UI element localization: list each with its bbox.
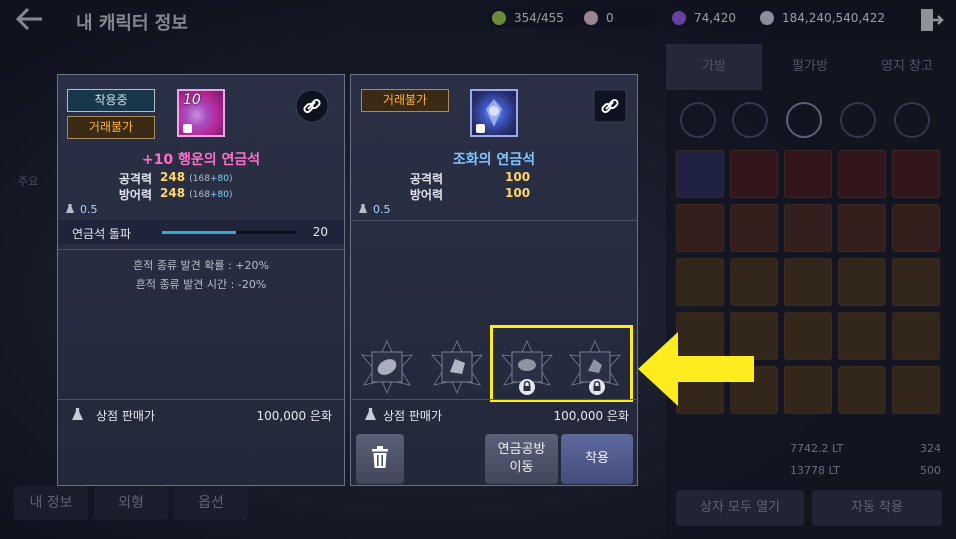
alchemy-workshop-button[interactable]: 연금공방 이동 (485, 434, 558, 484)
link-button[interactable] (593, 89, 627, 123)
discard-button[interactable] (356, 434, 404, 484)
attack-value: 248 (160, 170, 186, 184)
sell-label: 상점 판매가 (383, 409, 443, 423)
alchemy-label-line2: 이동 (509, 460, 534, 475)
item-weight: 0.5 (66, 203, 98, 216)
breakthrough-bar: 연금석 돌파 20 (58, 220, 344, 244)
item-weight: 0.5 (359, 203, 391, 216)
attack-stat: 공격력 100 (383, 170, 603, 186)
equip-label: 착용 (585, 451, 609, 466)
untradeable-tag: 거래불가 (67, 116, 155, 139)
item-icon-alchemy-stone (470, 89, 518, 137)
lock-icon (183, 124, 192, 133)
sell-price: 100,000 은화 (256, 409, 332, 423)
defense-stat: 방어력 248 (168+80) (92, 186, 312, 202)
money-bag-icon (365, 408, 376, 420)
divider (351, 399, 637, 400)
divider (58, 399, 344, 400)
effect-line: 흔적 종류 발견 확률 : +20% (133, 259, 269, 272)
compare-item-tooltip: 거래불가 조화의 연금석 공격력 100 방어력 100 0.5 상점 판매가 … (350, 74, 638, 486)
attack-value-group: 248 (168+80) (160, 170, 233, 184)
effect-line: 흔적 종류 발견 시간 : -20% (135, 278, 267, 291)
defense-value: 248 (160, 186, 186, 200)
attack-base: 168 (192, 174, 210, 184)
defense-value: 100 (505, 186, 531, 200)
equipped-tag: 착용중 (67, 89, 155, 112)
equipped-item-tooltip: 착용중 거래불가 10 +10 행운의 연금석 공격력 248 (168+80)… (57, 74, 345, 486)
weight-icon (66, 204, 74, 213)
sell-price-row: 상점 판매가 100,000 은화 (351, 402, 637, 426)
item-name: +10 행운의 연금석 (141, 152, 261, 168)
trash-icon (372, 446, 388, 468)
breakthrough-track (162, 231, 296, 234)
link-button[interactable] (295, 89, 329, 123)
star-socket-icon (430, 339, 484, 395)
item-icon-alchemy-stone: 10 (177, 89, 225, 137)
breakthrough-fill (162, 231, 236, 234)
defense-base: 168 (192, 190, 210, 200)
attack-stat: 공격력 248 (168+80) (92, 170, 312, 186)
link-icon (593, 89, 627, 123)
untradeable-tag: 거래불가 (361, 89, 449, 112)
crystal-slot[interactable] (428, 339, 486, 395)
sell-price-row: 상점 판매가 100,000 은화 (58, 402, 344, 426)
weight-icon (359, 204, 367, 213)
defense-bonus: +80 (209, 190, 229, 200)
attack-label: 공격력 (409, 172, 443, 186)
equip-button[interactable]: 착용 (561, 434, 633, 484)
defense-value-group: 248 (168+80) (160, 186, 233, 200)
alchemy-label-line1: 연금공방 (497, 442, 546, 457)
breakthrough-value: 20 (312, 225, 328, 239)
defense-stat: 방어력 100 (383, 186, 603, 202)
defense-label: 방어력 (409, 188, 443, 202)
divider (351, 220, 637, 221)
item-name: 조화의 연금석 (452, 152, 536, 168)
attack-bonus: +80 (209, 174, 229, 184)
locked-slots-highlight (490, 325, 633, 402)
lock-icon (476, 124, 485, 133)
sell-price: 100,000 은화 (553, 409, 629, 423)
attack-label: 공격력 (118, 172, 152, 186)
money-bag-icon (72, 408, 83, 420)
attack-value: 100 (505, 170, 531, 184)
breakthrough-label: 연금석 돌파 (72, 227, 132, 241)
link-icon (295, 89, 329, 123)
defense-label: 방어력 (118, 188, 152, 202)
divider (58, 249, 344, 250)
star-socket-icon (360, 339, 414, 395)
weight-value: 0.5 (373, 203, 391, 216)
crystal-slot[interactable] (358, 339, 416, 395)
sell-label: 상점 판매가 (96, 409, 156, 423)
pointer-arrow-icon (638, 332, 754, 406)
enhance-level: 10 (183, 92, 201, 108)
weight-value: 0.5 (80, 203, 98, 216)
